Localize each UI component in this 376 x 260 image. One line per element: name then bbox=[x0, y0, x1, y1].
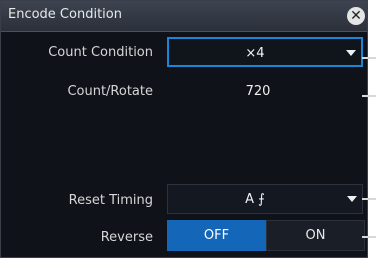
dialog-titlebar: Encode Condition ✕ bbox=[1, 1, 367, 32]
chevron-down-icon bbox=[347, 196, 357, 202]
chevron-down-icon bbox=[346, 50, 356, 56]
connector-tick bbox=[362, 57, 376, 59]
reset-timing-value: A ⨍ bbox=[245, 192, 265, 207]
reverse-off-option[interactable]: OFF bbox=[167, 220, 266, 251]
close-icon[interactable]: ✕ bbox=[347, 7, 365, 25]
reverse-label: Reverse bbox=[100, 230, 153, 245]
encode-condition-dialog: Encode Condition ✕ Count Condition ×4 Co… bbox=[0, 0, 368, 258]
reset-timing-label: Reset Timing bbox=[68, 193, 153, 208]
reset-timing-dropdown[interactable]: A ⨍ bbox=[167, 184, 363, 214]
count-rotate-label: Count/Rotate bbox=[67, 84, 153, 99]
connector-tick bbox=[362, 236, 376, 238]
connector-tick bbox=[362, 198, 376, 200]
dialog-title: Encode Condition bbox=[8, 7, 122, 22]
reverse-on-option[interactable]: ON bbox=[266, 220, 365, 251]
close-glyph: ✕ bbox=[350, 8, 362, 24]
count-condition-label: Count Condition bbox=[48, 45, 153, 60]
count-condition-value: ×4 bbox=[245, 46, 265, 61]
connector-tick bbox=[362, 95, 376, 97]
count-rotate-value: 720 bbox=[245, 84, 271, 99]
reverse-toggle[interactable]: OFF ON bbox=[167, 220, 365, 251]
count-condition-dropdown[interactable]: ×4 bbox=[167, 37, 363, 67]
